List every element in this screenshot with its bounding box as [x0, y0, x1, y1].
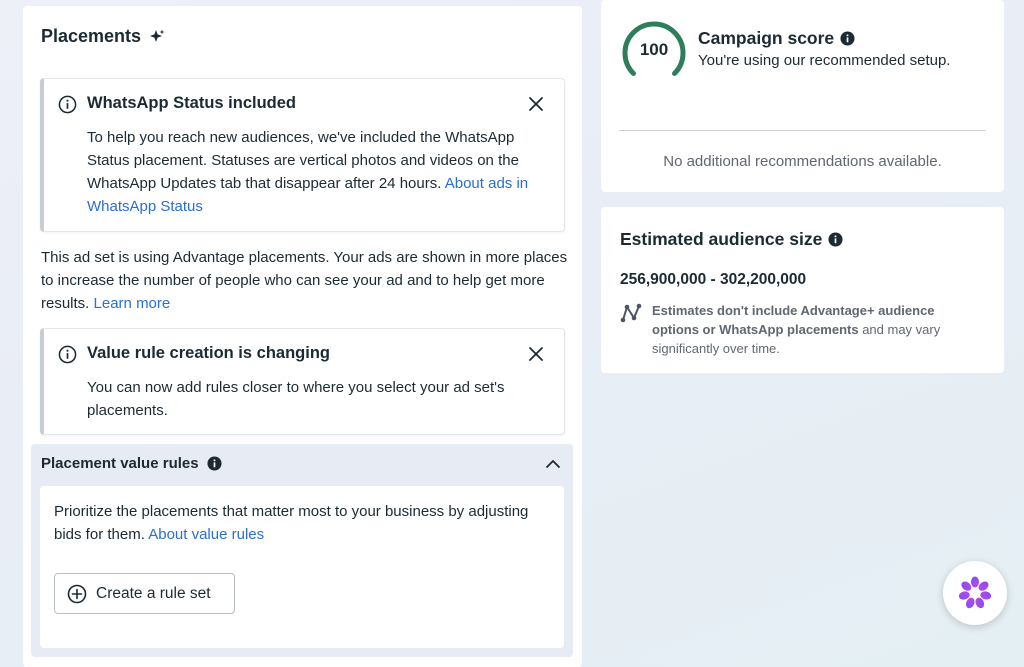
audience-title: Estimated audience size	[620, 229, 823, 249]
create-rule-set-label: Create a rule set	[96, 584, 211, 602]
campaign-score-card: 100 Campaign score You're using our reco…	[601, 0, 1004, 192]
campaign-score-subtitle: You're using our recommended setup.	[698, 52, 951, 69]
whatsapp-status-notice: WhatsApp Status included To help you rea…	[40, 78, 565, 232]
placements-header: Placements	[41, 26, 165, 47]
campaign-score-header: Campaign score	[698, 28, 855, 49]
collapse-value-rules-button[interactable]	[543, 454, 563, 474]
info-icon[interactable]	[207, 456, 222, 471]
value-rule-notice: Value rule creation is changing You can …	[40, 328, 565, 435]
learn-more-link[interactable]: Learn more	[94, 295, 171, 312]
add-circle-icon	[67, 584, 87, 603]
about-value-rules-link[interactable]: About value rules	[148, 526, 264, 543]
create-rule-set-button[interactable]: Create a rule set	[54, 573, 235, 614]
value-rules-header: Placement value rules	[41, 455, 222, 472]
value-rule-notice-title: Value rule creation is changing	[87, 344, 330, 362]
ai-flower-icon	[958, 576, 992, 609]
info-icon[interactable]	[828, 232, 843, 247]
info-icon[interactable]	[840, 31, 855, 46]
info-icon	[58, 345, 77, 364]
value-rule-notice-body: You can now add rules closer to where yo…	[87, 379, 505, 419]
campaign-score-title: Campaign score	[698, 28, 835, 48]
no-recommendations-text: No additional recommendations available.	[663, 153, 942, 170]
campaign-score-value: 100	[639, 40, 669, 59]
audience-network-icon	[620, 303, 642, 323]
whatsapp-notice-close-button[interactable]	[526, 94, 546, 114]
estimated-audience-card: Estimated audience size 256,900,000 - 30…	[601, 207, 1004, 373]
audience-range: 256,900,000 - 302,200,000	[620, 271, 807, 288]
info-icon	[58, 95, 77, 114]
advantage-placements-text: This ad set is using Advantage placement…	[41, 246, 571, 315]
chevron-up-icon	[546, 460, 560, 468]
audience-header: Estimated audience size	[620, 229, 843, 250]
divider	[619, 130, 986, 131]
value-rules-title: Placement value rules	[41, 455, 199, 472]
ai-assistant-button[interactable]	[943, 561, 1007, 625]
placement-value-rules-section: Placement value rules Prioritize the pla…	[31, 444, 573, 657]
whatsapp-notice-title: WhatsApp Status included	[87, 94, 297, 112]
audience-note: Estimates don't include Advantage+ audie…	[652, 301, 952, 358]
close-icon	[529, 97, 543, 111]
whatsapp-notice-body: To help you reach new audiences, we've i…	[87, 126, 548, 218]
sparkle-icon	[150, 29, 165, 42]
value-rules-text: Prioritize the placements that matter mo…	[54, 503, 529, 543]
placements-panel: Placements WhatsApp Status included To h…	[23, 6, 582, 667]
value-rule-notice-close-button[interactable]	[526, 344, 546, 364]
placements-title: Placements	[41, 26, 142, 46]
value-rules-description: Prioritize the placements that matter mo…	[54, 500, 534, 546]
close-icon	[529, 347, 543, 361]
value-rules-content: Prioritize the placements that matter mo…	[40, 486, 564, 648]
